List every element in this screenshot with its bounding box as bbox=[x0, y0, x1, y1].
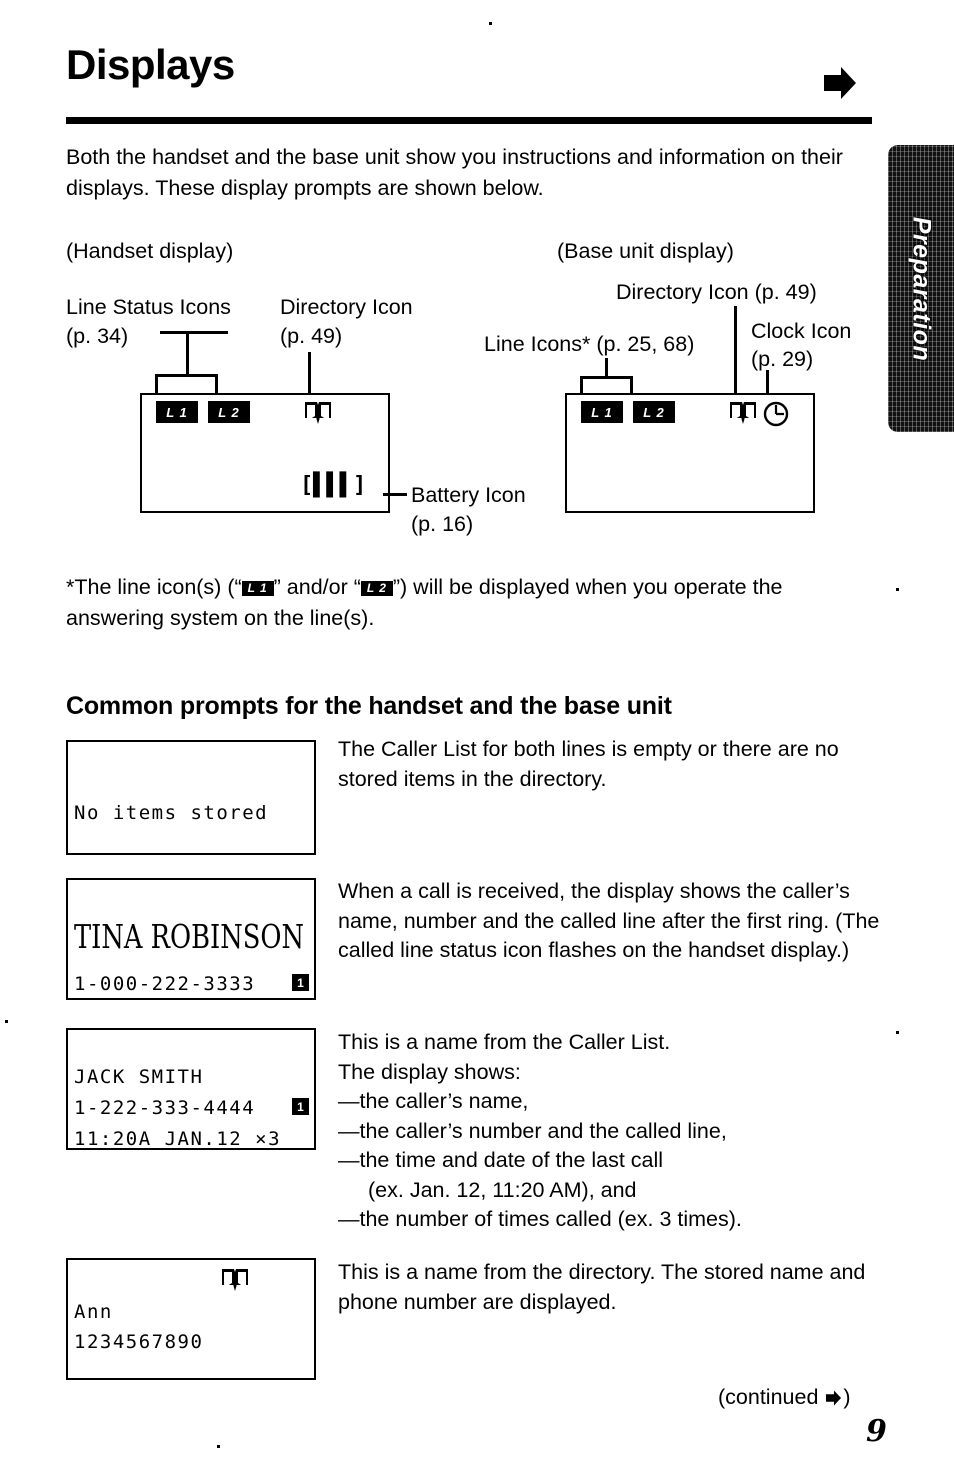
prompt-display-line: No items stored bbox=[74, 802, 269, 824]
scan-speck bbox=[489, 22, 492, 25]
label-directory-icon-handset-page: (p. 49) bbox=[280, 324, 343, 348]
label-line-status-icons: Line Status Icons bbox=[66, 295, 231, 319]
desc-line: —the caller’s name, bbox=[338, 1089, 529, 1113]
prompt-description: When a call is received, the display sho… bbox=[338, 879, 880, 962]
prompt-description: This is a name from the Caller List. The… bbox=[338, 1028, 898, 1235]
scan-speck bbox=[896, 588, 899, 591]
desc-line: —the caller’s number and the called line… bbox=[338, 1118, 727, 1143]
prompt-call-time: 11:20A JAN.12 ×3 bbox=[74, 1128, 282, 1150]
leader-base-clock bbox=[766, 370, 769, 394]
battery-icon: [▌▌▌] bbox=[300, 473, 367, 498]
line-icon-footnote: *The line icon(s) (“ L 1” and/or “L 2”) w… bbox=[66, 572, 878, 634]
label-battery-icon: Battery Icon bbox=[411, 483, 526, 507]
footnote-line1-icon: L 1 bbox=[241, 581, 274, 596]
label-clock-icon-page: (p. 29) bbox=[751, 347, 814, 371]
desc-line: The display shows: bbox=[338, 1059, 521, 1084]
footnote-part2: ” and/or “ bbox=[273, 575, 361, 599]
right-arrow-icon bbox=[826, 1390, 842, 1406]
prompt-line-badge: 1 bbox=[292, 1098, 309, 1115]
prompt-directory-number: 1234567890 bbox=[74, 1331, 204, 1353]
scan-speck bbox=[217, 1445, 220, 1448]
section-heading: Common prompts for the handset and the b… bbox=[66, 692, 672, 720]
leader-battery bbox=[383, 493, 407, 496]
scan-speck bbox=[896, 1031, 899, 1034]
prompt-caller-name: TINA ROBINSON bbox=[74, 917, 304, 956]
desc-line: This is a name from the Caller List. bbox=[338, 1030, 671, 1054]
thumb-tab-label: Preparation bbox=[907, 216, 936, 361]
prompt-display-box: TINA ROBINSON 1-000-222-3333 1 bbox=[66, 878, 316, 1000]
prompt-caller-number: 1-000-222-3333 bbox=[74, 973, 256, 995]
prompt-display-box: Ann 1234567890 bbox=[66, 1258, 316, 1380]
prompt-display-box: No items stored bbox=[66, 740, 316, 855]
base-display-box: L 1 L 2 bbox=[565, 393, 815, 513]
label-battery-icon-page: (p. 16) bbox=[411, 512, 474, 536]
clock-icon bbox=[763, 401, 789, 427]
scan-speck bbox=[5, 1020, 8, 1023]
label-line-icons-base: Line Icons* (p. 25, 68) bbox=[484, 332, 695, 356]
leader-bracket-right bbox=[215, 374, 218, 395]
prompt-line-badge: 1 bbox=[292, 974, 309, 991]
handset-display-caption: (Handset display) bbox=[66, 239, 234, 263]
handset-line1-icon: L 1 bbox=[156, 401, 198, 423]
leader-bracket-left bbox=[155, 374, 158, 395]
label-clock-icon: Clock Icon bbox=[751, 319, 852, 343]
directory-book-icon bbox=[222, 1269, 248, 1291]
directory-book-icon bbox=[730, 402, 756, 424]
page-number: 9 bbox=[866, 1414, 887, 1449]
title-divider-rule bbox=[66, 117, 872, 124]
base-line1-icon: L 1 bbox=[581, 401, 623, 423]
handset-display-status-row: L 1 L 2 bbox=[152, 401, 380, 427]
leader-base-directory bbox=[734, 306, 737, 394]
prompt-caller-name: JACK SMITH bbox=[74, 1066, 204, 1088]
leader-directory-handset bbox=[308, 352, 311, 394]
handset-line2-icon: L 2 bbox=[208, 401, 250, 423]
desc-line: —the time and date of the last call bbox=[338, 1148, 664, 1172]
label-directory-icon-handset: Directory Icon bbox=[280, 295, 413, 319]
label-directory-icon-base: Directory Icon (p. 49) bbox=[616, 280, 817, 304]
base-line2-icon: L 2 bbox=[633, 401, 675, 423]
right-arrow-icon bbox=[824, 67, 856, 99]
base-display-status-row: L 1 L 2 bbox=[577, 401, 805, 427]
continued-suffix: ) bbox=[843, 1385, 851, 1409]
page-title: Displays bbox=[66, 41, 235, 88]
prompt-directory-name: Ann bbox=[74, 1301, 113, 1323]
footnote-part1: *The line icon(s) (“ bbox=[66, 575, 242, 599]
leader-line-status-v bbox=[186, 331, 189, 375]
desc-line: —the number of times called (ex. 3 times… bbox=[338, 1207, 742, 1231]
base-display-caption: (Base unit display) bbox=[557, 239, 734, 263]
prompt-display-box: JACK SMITH 1-222-333-4444 1 11:20A JAN.1… bbox=[66, 1028, 316, 1150]
section-thumb-tab: Preparation bbox=[888, 145, 954, 432]
continued-prefix: (continued bbox=[718, 1385, 825, 1409]
directory-book-icon bbox=[305, 402, 331, 424]
intro-paragraph: Both the handset and the base unit show … bbox=[66, 145, 843, 200]
leader-base-bracket-top bbox=[580, 376, 633, 379]
leader-bracket-top bbox=[155, 374, 218, 377]
footnote-line2-icon: L 2 bbox=[360, 581, 393, 596]
leader-base-line-icons-v bbox=[605, 358, 608, 378]
prompt-description: This is a name from the directory. The s… bbox=[338, 1260, 866, 1314]
desc-line: (ex. Jan. 12, 11:20 AM), and bbox=[368, 1177, 637, 1202]
leader-line-status-h bbox=[160, 331, 228, 334]
prompt-caller-number: 1-222-333-4444 bbox=[74, 1097, 256, 1119]
label-line-status-icons-page: (p. 34) bbox=[66, 324, 129, 348]
prompt-description: The Caller List for both lines is empty … bbox=[338, 737, 839, 791]
continued-note: (continued ) bbox=[718, 1385, 851, 1410]
handset-display-box: L 1 L 2 [▌▌▌] bbox=[140, 393, 390, 513]
document-page: Displays Both the handset and the base u… bbox=[0, 0, 954, 1474]
